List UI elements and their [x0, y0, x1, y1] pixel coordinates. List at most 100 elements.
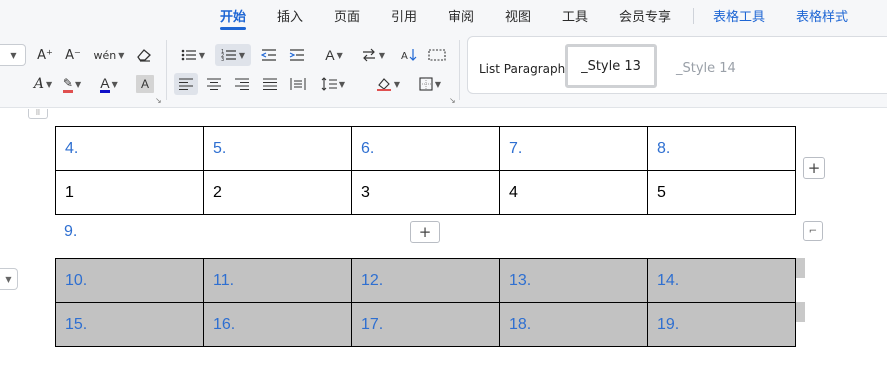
style-14[interactable]: _Style 14 — [676, 61, 736, 76]
row-options-dropdown[interactable]: ▼ — [0, 268, 18, 290]
line-spacing-button[interactable]: ▼ — [316, 73, 350, 95]
table-cell[interactable]: 3 — [351, 170, 500, 215]
chevron-down-icon: ▼ — [45, 79, 53, 89]
distribute-button[interactable] — [286, 73, 310, 95]
table-cell[interactable]: 15. — [55, 302, 204, 347]
increase-font-button[interactable]: A⁺ — [34, 44, 56, 66]
phonetic-guide-button[interactable]: wén ▼ — [92, 44, 126, 66]
style-13-selected[interactable]: _Style 13 — [565, 44, 657, 88]
show-marks-button[interactable] — [426, 44, 448, 66]
align-center-button[interactable] — [202, 73, 226, 95]
chevron-down-icon: ▼ — [434, 79, 442, 89]
decrease-font-button[interactable]: A⁻ — [62, 44, 84, 66]
tab-page[interactable]: 页面 — [334, 6, 360, 25]
text-effect-button[interactable]: A ▼ — [28, 73, 58, 95]
font-color-icon: A — [100, 74, 110, 93]
bullets-button[interactable]: ▼ — [178, 44, 208, 66]
char-scale-icon: A — [325, 47, 335, 63]
text-effect-icon: A — [33, 76, 44, 92]
add-column-button[interactable]: + — [803, 157, 825, 179]
shading-button[interactable]: ▼ — [372, 73, 404, 95]
table-cell[interactable]: 2 — [203, 170, 352, 215]
numbered-paragraph[interactable]: 9. — [64, 223, 77, 241]
table-cell[interactable]: 13. — [499, 258, 648, 303]
tab-table-style[interactable]: 表格样式 — [796, 6, 848, 25]
table-cell[interactable]: 18. — [499, 302, 648, 347]
paragraph-dialog-launcher-icon[interactable]: ↘ — [449, 96, 456, 105]
tab-divider — [693, 8, 694, 24]
table-resize-button[interactable]: ⌐ — [803, 221, 823, 241]
tab-insert[interactable]: 插入 — [277, 6, 303, 25]
align-center-icon — [207, 78, 221, 90]
add-row-button[interactable]: + — [410, 221, 440, 243]
ribbon-tab-bar: 开始 插入 页面 引用 审阅 视图 工具 会员专享 表格工具 表格样式 — [0, 0, 887, 32]
char-shading-button[interactable]: A — [136, 75, 154, 93]
table-row: 4. 5. 6. 7. 8. — [55, 126, 796, 171]
table-cell[interactable]: 10. — [55, 258, 204, 303]
svg-text:3: 3 — [221, 57, 224, 62]
numbering-button[interactable]: 1 2 3 ▼ — [215, 44, 251, 66]
distribute-icon — [290, 78, 306, 90]
styles-gallery: List Paragraph _Style 13 _Style 14 — [467, 36, 887, 94]
style-list-paragraph[interactable]: List Paragraph — [479, 62, 565, 76]
table-cell[interactable]: 5 — [647, 170, 796, 215]
char-shading-icon: A — [140, 77, 149, 91]
table-cell[interactable]: 7. — [499, 126, 648, 171]
table-cell[interactable]: 11. — [203, 258, 352, 303]
sort-button[interactable]: A — [398, 44, 420, 66]
font-dialog-launcher-icon[interactable]: ↘ — [155, 96, 162, 105]
chevron-down-icon: ▼ — [336, 50, 343, 60]
increase-indent-button[interactable] — [286, 44, 308, 66]
char-scale-button[interactable]: A ▼ — [318, 44, 350, 66]
borders-button[interactable]: ▼ — [414, 73, 446, 95]
table-row: 10. 11. 12. 13. 14. — [55, 258, 796, 303]
table-move-handle[interactable]: ⠿ — [28, 109, 48, 119]
text-direction-button[interactable]: ▼ — [358, 44, 388, 66]
table-cell[interactable]: 14. — [647, 258, 796, 303]
chevron-down-icon: ▼ — [378, 50, 386, 60]
tab-member[interactable]: 会员专享 — [619, 6, 671, 25]
table-row: 1 2 3 4 5 — [55, 170, 796, 215]
highlight-button[interactable]: ✎ ▼ — [56, 73, 88, 95]
table-cell[interactable]: 19. — [647, 302, 796, 347]
increase-font-icon: A⁺ — [37, 47, 53, 63]
table-cell[interactable]: 5. — [203, 126, 352, 171]
bottom-table[interactable]: 10. 11. 12. 13. 14. 15. 16. 17. 18. 19. — [55, 258, 796, 347]
document-canvas[interactable]: ⠿ 4. 5. 6. 7. 8. 1 2 3 4 5 + 9. + ⌐ ▼ 10… — [0, 109, 887, 371]
table-cell[interactable]: 17. — [351, 302, 500, 347]
table-cell[interactable]: 1 — [55, 170, 204, 215]
tab-review[interactable]: 审阅 — [448, 6, 474, 25]
clear-format-button[interactable] — [133, 44, 155, 66]
active-tab-indicator — [220, 27, 246, 30]
justify-button[interactable] — [258, 73, 282, 95]
text-direction-icon — [362, 48, 375, 62]
tab-tools[interactable]: 工具 — [562, 6, 588, 25]
chevron-down-icon: ▼ — [118, 50, 125, 60]
bullet-list-icon — [181, 49, 196, 61]
table-cell[interactable]: 4. — [55, 126, 204, 171]
align-right-button[interactable] — [230, 73, 254, 95]
resize-icon: ⌐ — [808, 225, 818, 237]
chevron-down-icon: ▼ — [10, 50, 17, 60]
table-cell[interactable]: 8. — [647, 126, 796, 171]
top-table[interactable]: 4. 5. 6. 7. 8. 1 2 3 4 5 — [55, 126, 796, 215]
plus-icon: + — [807, 159, 821, 177]
phonetic-icon: wén — [93, 48, 117, 62]
decrease-indent-button[interactable] — [258, 44, 280, 66]
table-cell[interactable]: 12. — [351, 258, 500, 303]
tab-home[interactable]: 开始 — [220, 6, 246, 25]
tab-references[interactable]: 引用 — [391, 6, 417, 25]
justify-icon — [263, 78, 277, 90]
numbered-list-icon: 1 2 3 — [221, 49, 236, 62]
table-cell[interactable]: 16. — [203, 302, 352, 347]
align-left-button[interactable] — [174, 73, 198, 95]
chevron-down-icon: ▼ — [338, 79, 346, 89]
row-end-marker — [796, 302, 805, 322]
table-cell[interactable]: 4 — [499, 170, 648, 215]
table-cell[interactable]: 6. — [351, 126, 500, 171]
font-color-button[interactable]: A ▼ — [94, 73, 124, 95]
tab-table-tools[interactable]: 表格工具 — [713, 6, 765, 25]
chevron-down-icon: ▼ — [393, 79, 401, 89]
tab-view[interactable]: 视图 — [505, 6, 531, 25]
font-size-dropdown[interactable]: ▼ — [0, 44, 26, 66]
